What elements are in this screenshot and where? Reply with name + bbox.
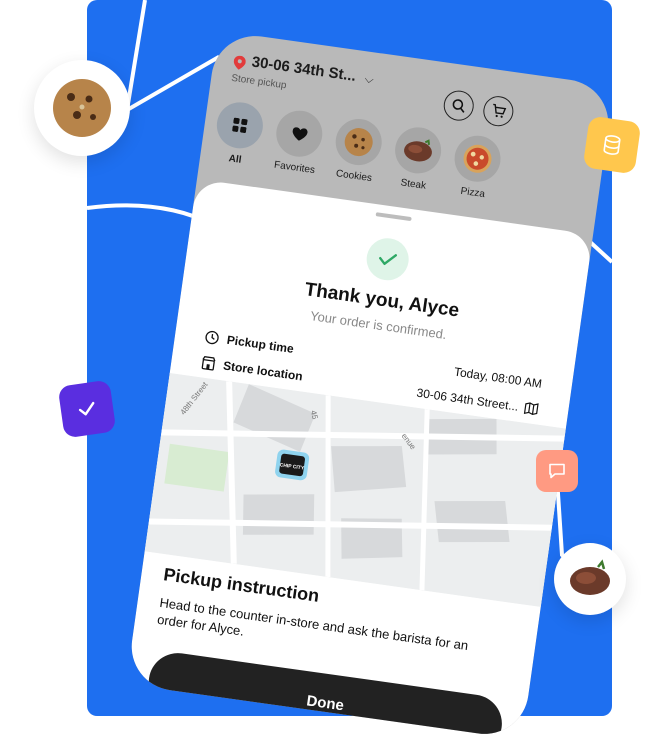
- location-pin-icon: [233, 55, 246, 70]
- clock-icon: [205, 330, 219, 345]
- store-icon: [201, 356, 216, 371]
- sheet-grabber[interactable]: [375, 212, 412, 222]
- success-badge: [363, 235, 412, 283]
- category-cookies[interactable]: Cookies: [327, 116, 387, 198]
- heart-icon: [292, 126, 308, 141]
- database-icon: [603, 135, 621, 155]
- steak-icon: [570, 559, 610, 595]
- order-confirmation-sheet: Thank you, Alyce Your order is confirmed…: [126, 178, 594, 740]
- chevron-down-icon[interactable]: ⌵: [364, 71, 375, 87]
- check-badge: [57, 379, 117, 439]
- category-circle: [451, 132, 504, 185]
- map-icon[interactable]: [523, 401, 539, 417]
- category-favorites[interactable]: Favorites: [267, 107, 327, 189]
- steak-icon: [404, 139, 432, 162]
- app-screen: 30-06 34th St... ⌵ Store pickup All Favo…: [126, 30, 614, 740]
- category-circle: [392, 124, 445, 177]
- category-label: Favorites: [273, 159, 316, 177]
- cookie-icon: [53, 79, 111, 137]
- category-pizza[interactable]: Pizza: [445, 132, 505, 215]
- store-location-label: Store location: [222, 358, 304, 384]
- pizza-icon: [463, 144, 492, 173]
- pickup-time-label: Pickup time: [225, 332, 295, 356]
- category-circle: [332, 116, 385, 169]
- database-badge: [582, 115, 642, 175]
- cookie-icon: [344, 128, 373, 157]
- category-steak[interactable]: Steak: [386, 124, 446, 206]
- chat-bubble-icon: [549, 463, 565, 479]
- cart-icon: [492, 103, 506, 118]
- category-label: All: [227, 153, 243, 166]
- category-label: Cookies: [335, 168, 373, 185]
- category-label: Pizza: [459, 185, 486, 201]
- category-circle: [213, 99, 266, 152]
- category-circle: [273, 107, 326, 160]
- category-all[interactable]: All: [208, 99, 268, 181]
- category-label: Steak: [399, 177, 427, 192]
- search-icon: [452, 99, 465, 113]
- checkmark-icon: [78, 401, 95, 416]
- cookie-badge: [34, 60, 130, 156]
- cart-button[interactable]: [481, 94, 516, 129]
- chat-badge: [536, 450, 578, 492]
- phone-mockup: 30-06 34th St... ⌵ Store pickup All Favo…: [126, 30, 614, 740]
- grid-icon: [232, 117, 248, 134]
- pickup-time-value: Today, 08:00 AM: [453, 364, 543, 391]
- store-marker[interactable]: CHIP CITY: [274, 449, 310, 481]
- search-button[interactable]: [441, 88, 476, 123]
- steak-badge: [554, 543, 626, 615]
- location-subtitle: Store pickup: [230, 72, 288, 92]
- checkmark-icon: [379, 254, 397, 266]
